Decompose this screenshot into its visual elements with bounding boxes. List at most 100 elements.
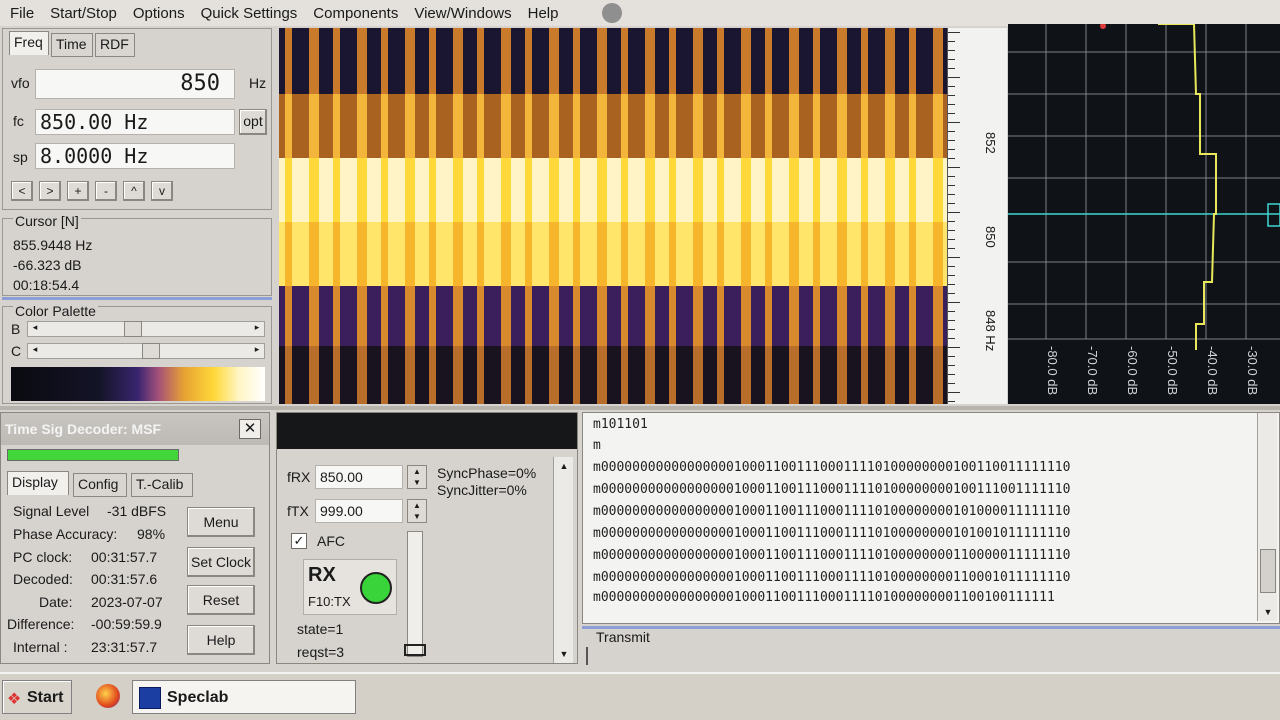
menu-components[interactable]: Components xyxy=(313,5,398,22)
help-button[interactable]: Help xyxy=(187,625,255,655)
decoded-value: 00:31:57.6 xyxy=(91,571,158,587)
nav-up-button[interactable]: ^ xyxy=(123,181,145,201)
tab-display[interactable]: Display xyxy=(7,471,69,495)
nav-plus-button[interactable]: + xyxy=(67,181,89,201)
close-icon[interactable]: ✕ xyxy=(239,419,261,439)
frx-spinner[interactable]: ▲ ▼ xyxy=(407,465,427,489)
slider-left-arrow-icon[interactable]: ◂ xyxy=(28,322,42,336)
brightness-thumb[interactable] xyxy=(124,321,142,337)
waterfall-stripe xyxy=(717,286,724,346)
tab-rdf[interactable]: RDF xyxy=(95,33,135,57)
axis-tick xyxy=(948,86,955,87)
menu-view-windows[interactable]: View/Windows xyxy=(414,5,511,22)
waterfall-stripe xyxy=(381,286,388,346)
record-indicator-icon[interactable] xyxy=(602,3,623,23)
menu-options[interactable]: Options xyxy=(133,5,185,22)
waterfall-stripe xyxy=(861,286,868,346)
level-thumb[interactable] xyxy=(404,644,426,656)
axis-tick xyxy=(948,311,955,312)
menu-quick-settings[interactable]: Quick Settings xyxy=(201,5,298,22)
brightness-slider[interactable]: ◂ ▸ xyxy=(27,321,265,337)
nav-left-button[interactable]: < xyxy=(11,181,33,201)
waterfall-stripe xyxy=(501,158,511,222)
slider-right-arrow-icon[interactable]: ▸ xyxy=(250,344,264,358)
waterfall-stripe xyxy=(333,158,340,222)
waterfall-stripe xyxy=(453,28,463,94)
contrast-thumb[interactable] xyxy=(142,343,160,359)
frx-field[interactable]: 850.00 xyxy=(315,465,403,489)
menu-button[interactable]: Menu xyxy=(187,507,255,537)
menu-file[interactable]: File xyxy=(10,5,34,22)
state-label: state=1 xyxy=(297,621,344,637)
tab-time[interactable]: Time xyxy=(51,33,93,57)
rx-tx-button[interactable]: RX F10:TX xyxy=(303,559,397,615)
contrast-slider[interactable]: ◂ ▸ xyxy=(27,343,265,359)
set-clock-button[interactable]: Set Clock xyxy=(187,547,255,577)
nav-minus-button[interactable]: - xyxy=(95,181,117,201)
waterfall-stripe xyxy=(381,346,388,404)
waterfall-stripe xyxy=(453,94,463,158)
waterfall-stripe xyxy=(477,28,484,94)
vfo-label: vfo xyxy=(11,75,30,91)
scroll-down-icon[interactable]: ▼ xyxy=(1260,607,1276,617)
axis-tick xyxy=(948,50,955,51)
waterfall-stripe xyxy=(573,28,580,94)
reqst-label: reqst=3 xyxy=(297,644,345,660)
waterfall-stripe xyxy=(837,346,847,404)
afc-checkbox[interactable]: ✓ xyxy=(291,533,307,549)
spectrum-display[interactable]: -80.0 dB -70.0 dB -60.0 dB -50.0 dB -40.… xyxy=(1008,24,1280,404)
reset-button[interactable]: Reset xyxy=(187,585,255,615)
tab-freq[interactable]: Freq xyxy=(9,31,49,55)
rx-indicator-icon xyxy=(360,572,392,604)
nav-down-button[interactable]: v xyxy=(151,181,173,201)
fc-field[interactable]: 850.00 Hz xyxy=(35,109,235,135)
taskbar-app-speclab[interactable]: Speclab xyxy=(132,680,356,714)
sp-field[interactable]: 8.0000 Hz xyxy=(35,143,235,169)
waterfall-stripe xyxy=(621,28,628,94)
waterfall-stripe xyxy=(429,222,436,286)
waterfall-stripe xyxy=(885,286,895,346)
waterfall-stripe xyxy=(693,286,703,346)
waterfall-stripe xyxy=(429,158,436,222)
log-line: m000000000000000001000110011100011110100… xyxy=(593,570,1071,585)
scroll-down-icon[interactable]: ▼ xyxy=(556,649,572,659)
ftx-spinner[interactable]: ▲ ▼ xyxy=(407,499,427,523)
frequency-panel: Freq Time RDF vfo 850 Hz fc 850.00 Hz op… xyxy=(2,28,272,210)
level-slider[interactable] xyxy=(404,531,426,657)
palette-gradient xyxy=(11,367,265,401)
firefox-icon[interactable] xyxy=(96,684,120,708)
tab-config[interactable]: Config xyxy=(73,473,127,497)
vfo-field[interactable]: 850 xyxy=(35,69,235,99)
waterfall-stripe xyxy=(789,158,799,222)
taskbar-app-label: Speclab xyxy=(167,689,229,706)
waterfall-band xyxy=(279,94,947,158)
ftx-label: fTX xyxy=(287,503,309,519)
difference-label: Difference: xyxy=(7,616,75,632)
waterfall-stripe xyxy=(549,158,559,222)
scroll-up-icon[interactable]: ▲ xyxy=(556,461,572,471)
menu-start-stop[interactable]: Start/Stop xyxy=(50,5,117,22)
afc-scrollbar[interactable]: ▲ ▼ xyxy=(553,457,573,663)
transmit-panel[interactable]: Transmit xyxy=(582,626,1280,666)
waterfall-stripe xyxy=(333,94,340,158)
log-scroll-thumb[interactable] xyxy=(1260,549,1276,593)
slider-left-arrow-icon[interactable]: ◂ xyxy=(28,344,42,358)
log-scrollbar[interactable]: ▼ xyxy=(1257,413,1277,621)
nav-right-button[interactable]: > xyxy=(39,181,61,201)
waterfall-stripe xyxy=(381,158,388,222)
waterfall-stripe xyxy=(501,346,511,404)
axis-tick xyxy=(948,149,955,150)
waterfall-stripe xyxy=(285,286,292,346)
start-button[interactable]: ❖ Start xyxy=(2,680,72,714)
waterfall-stripe xyxy=(309,222,319,286)
decoder-message-log[interactable]: m101101 m m00000000000000000100011001110… xyxy=(582,412,1280,624)
menu-help[interactable]: Help xyxy=(528,5,559,22)
waterfall-stripe xyxy=(621,222,628,286)
waterfall-display[interactable] xyxy=(279,28,947,404)
opt-button[interactable]: opt xyxy=(239,109,267,135)
waterfall-stripe xyxy=(813,28,820,94)
ftx-field[interactable]: 999.00 xyxy=(315,499,403,523)
waterfall-stripe xyxy=(885,158,895,222)
slider-right-arrow-icon[interactable]: ▸ xyxy=(250,322,264,336)
tab-t-calib[interactable]: T.-Calib xyxy=(131,473,193,497)
